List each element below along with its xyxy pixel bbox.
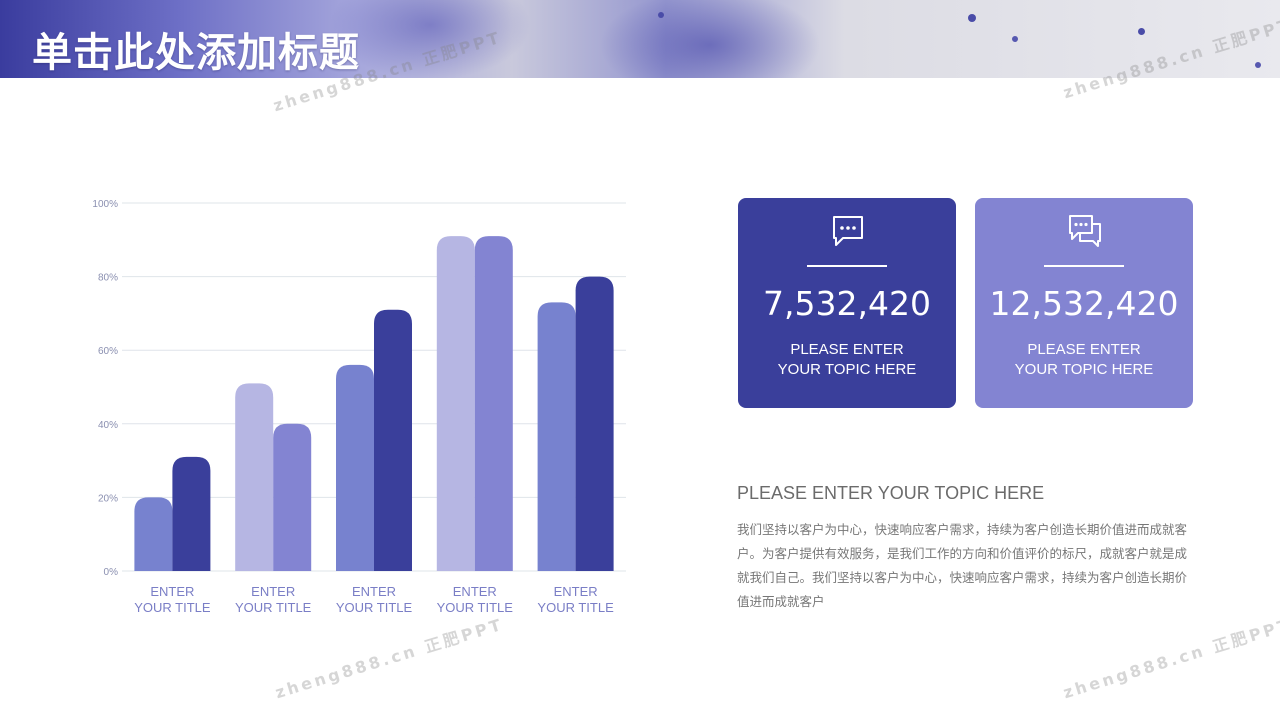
bar bbox=[336, 364, 374, 571]
stat-label: PLEASE ENTER YOUR TOPIC HERE bbox=[777, 341, 917, 378]
y-tick-label: 60% bbox=[98, 346, 118, 357]
bar bbox=[374, 309, 412, 571]
ink-dot-decoration bbox=[968, 14, 976, 22]
topic-heading: PLEASE ENTER YOUR TOPIC HERE bbox=[737, 483, 1045, 503]
page-title: 单击此处添加标题 bbox=[32, 30, 360, 76]
category-label: ENTER bbox=[453, 584, 497, 599]
chat-bubbles-icon bbox=[1069, 215, 1101, 247]
ink-dot-decoration bbox=[1255, 62, 1261, 68]
stat-value: 7,532,420 bbox=[763, 284, 931, 323]
bar bbox=[436, 236, 475, 571]
stat-value: 12,532,420 bbox=[989, 284, 1179, 323]
watermark-text: zheng888.cn 正肥PPT bbox=[1060, 614, 1280, 703]
y-tick-label: 100% bbox=[92, 199, 118, 210]
header-banner: 单击此处添加标题 bbox=[0, 0, 1280, 78]
category-label: ENTER bbox=[352, 584, 396, 599]
y-tick-label: 20% bbox=[98, 493, 118, 504]
ink-dot-decoration bbox=[1138, 28, 1145, 35]
card-divider bbox=[807, 265, 887, 267]
category-label: YOUR TITLE bbox=[235, 600, 312, 615]
bar bbox=[537, 302, 576, 571]
card-divider bbox=[1044, 265, 1124, 267]
ink-splash-decoration bbox=[330, 0, 530, 78]
bar bbox=[172, 456, 211, 571]
bar bbox=[575, 276, 614, 571]
stat-card-1: 7,532,420 PLEASE ENTER YOUR TOPIC HERE bbox=[738, 198, 956, 408]
topic-body-text: 我们坚持以客户为中心，快速响应客户需求，持续为客户创造长期价值进而成就客户。为客… bbox=[737, 522, 1188, 609]
y-tick-label: 80% bbox=[98, 273, 118, 284]
ink-splash-decoration bbox=[600, 0, 820, 78]
bar bbox=[273, 423, 312, 571]
ink-dot-decoration bbox=[1012, 36, 1018, 42]
bar bbox=[474, 236, 513, 571]
ink-dot-decoration bbox=[658, 12, 664, 18]
stat-card-2: 12,532,420 PLEASE ENTER YOUR TOPIC HERE bbox=[975, 198, 1193, 408]
stat-label: PLEASE ENTER YOUR TOPIC HERE bbox=[1014, 341, 1154, 378]
category-label: ENTER bbox=[150, 584, 194, 599]
bar-chart: 0%20%40%60%80%100%ENTERYOUR TITLEENTERYO… bbox=[92, 199, 626, 615]
chat-bubble-icon bbox=[833, 216, 863, 246]
y-tick-label: 40% bbox=[98, 420, 118, 431]
category-label: YOUR TITLE bbox=[437, 600, 514, 615]
bar bbox=[134, 497, 173, 571]
category-label: ENTER bbox=[554, 584, 598, 599]
category-label: YOUR TITLE bbox=[336, 600, 413, 615]
category-label: YOUR TITLE bbox=[134, 600, 211, 615]
category-label: YOUR TITLE bbox=[537, 600, 614, 615]
y-tick-label: 0% bbox=[104, 567, 119, 578]
category-label: ENTER bbox=[251, 584, 295, 599]
bar bbox=[235, 383, 274, 571]
